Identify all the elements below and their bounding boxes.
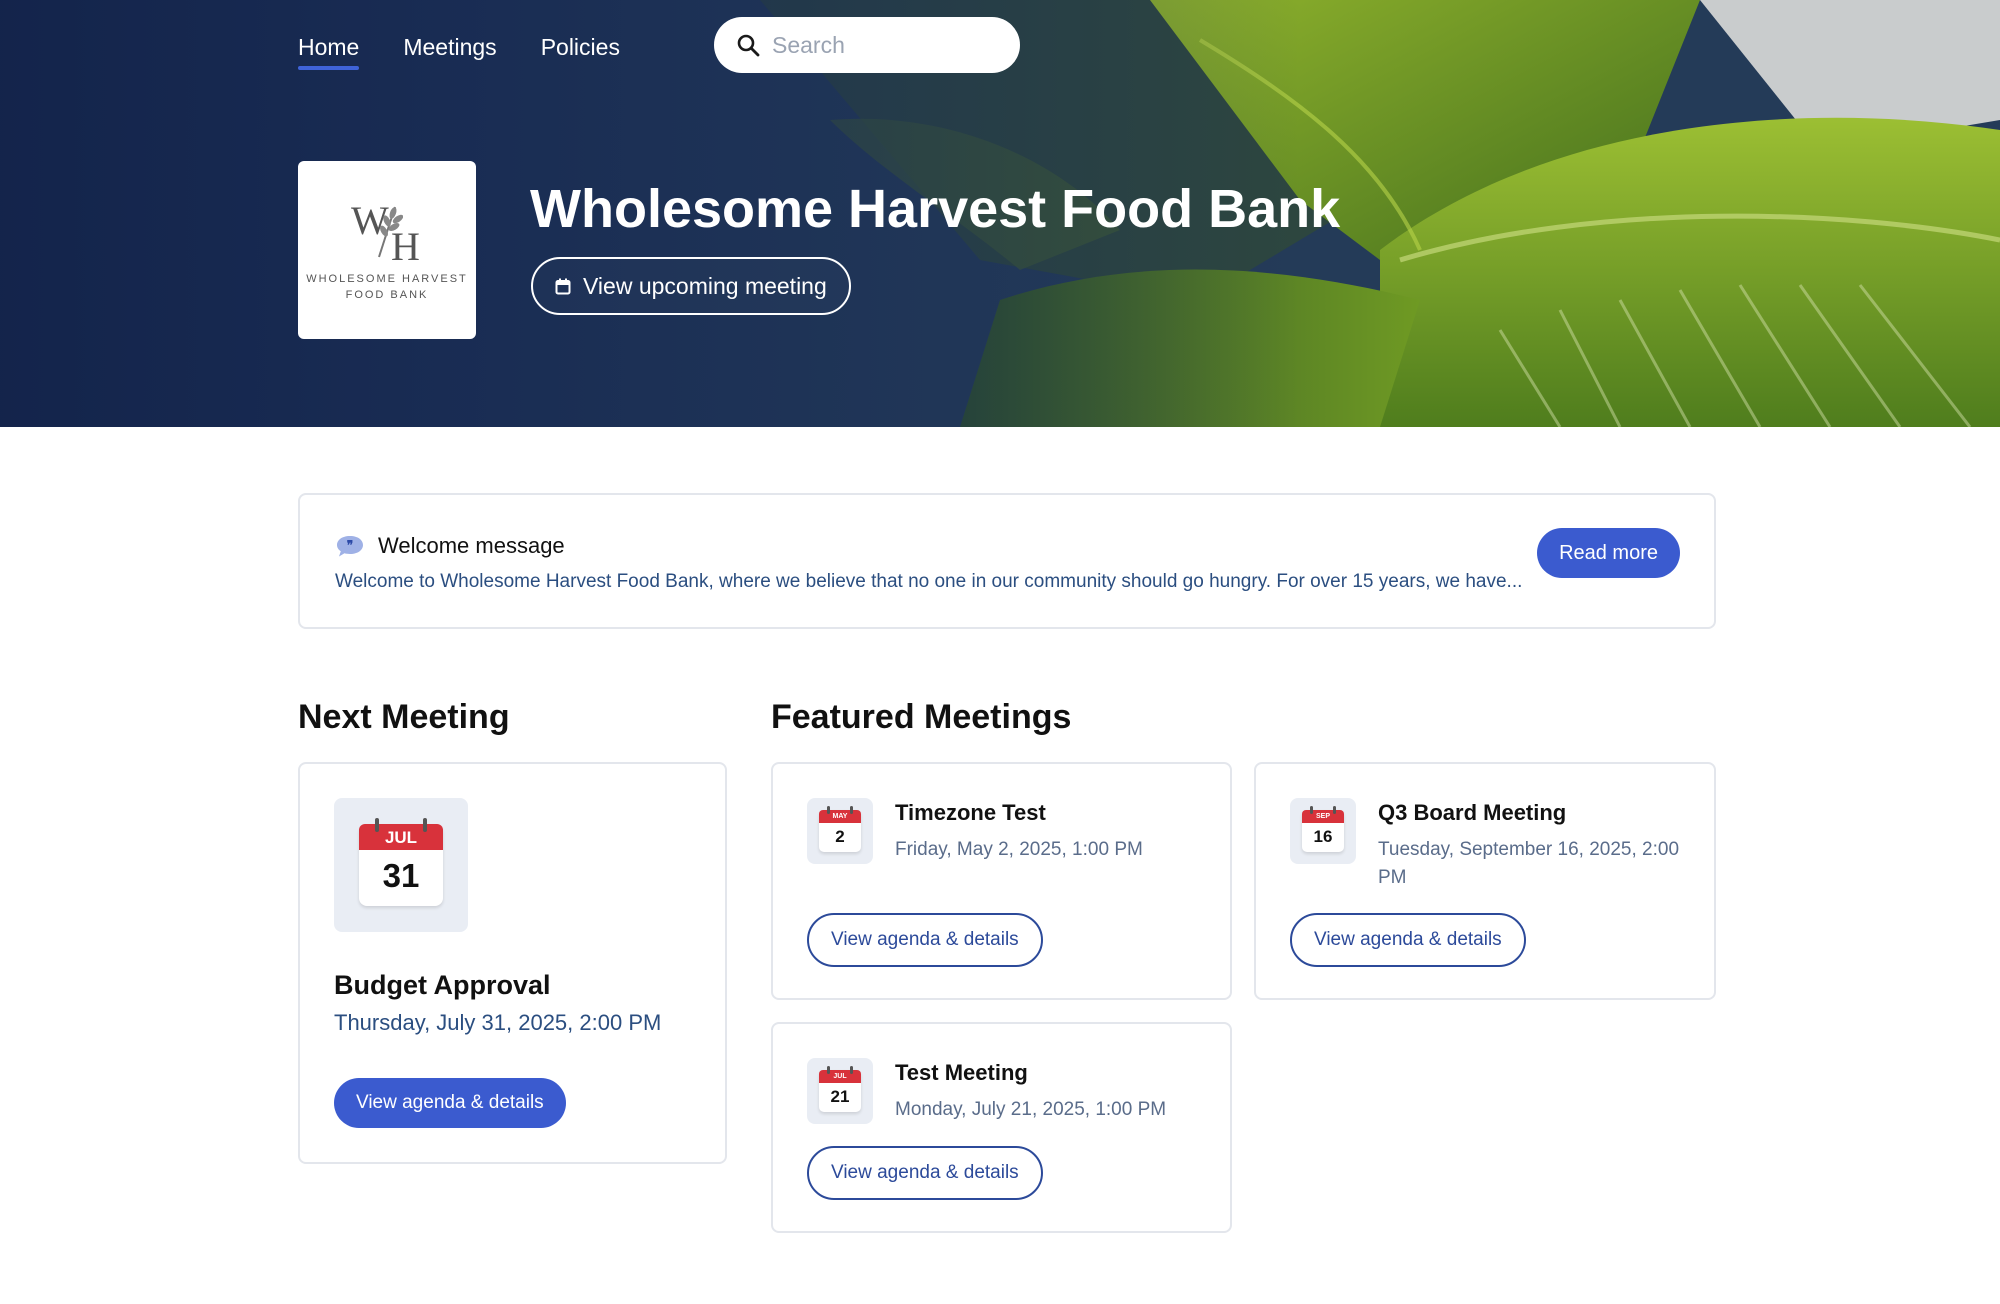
logo-monogram: W H xyxy=(337,197,437,267)
next-meeting-card: JUL 31 Budget Approval Thursday, July 31… xyxy=(298,762,727,1164)
meeting-name: Test Meeting xyxy=(895,1060,1028,1085)
hero-banner: Home Meetings Policies W H WHOLESOME HAR… xyxy=(0,0,2000,427)
nav-item-home[interactable]: Home xyxy=(298,28,360,72)
meeting-name: Budget Approval xyxy=(334,970,551,1000)
featured-meeting-card: JUL 21 Test Meeting Monday, July 21, 202… xyxy=(771,1022,1232,1233)
meeting-name: Timezone Test xyxy=(895,800,1046,825)
calendar-month: JUL xyxy=(819,1070,861,1083)
meeting-name: Q3 Board Meeting xyxy=(1378,800,1567,825)
svg-text:❞: ❞ xyxy=(347,538,353,552)
view-agenda-button[interactable]: View agenda & details xyxy=(807,913,1043,967)
calendar-date-icon: JUL 31 xyxy=(359,818,443,906)
meeting-date: Friday, May 2, 2025, 1:00 PM xyxy=(895,839,1143,860)
calendar-ring xyxy=(1310,806,1313,814)
read-more-button[interactable]: Read more xyxy=(1537,528,1680,578)
calendar-day: 16 xyxy=(1313,827,1333,846)
calendar-ring xyxy=(827,1066,830,1074)
calendar-ring xyxy=(850,806,853,814)
org-logo: W H WHOLESOME HARVEST FOOD BANK xyxy=(298,161,476,339)
page-title: Wholesome Harvest Food Bank xyxy=(530,179,1341,239)
calendar-ring xyxy=(1333,806,1336,814)
featured-meeting-card: MAY 2 Timezone Test Friday, May 2, 2025,… xyxy=(771,762,1232,1000)
nav-item-policies[interactable]: Policies xyxy=(541,28,620,72)
calendar-ring xyxy=(375,818,379,832)
calendar-day: 31 xyxy=(382,857,420,894)
calendar-icon xyxy=(555,278,571,294)
meeting-date: Monday, July 21, 2025, 1:00 PM xyxy=(895,1099,1167,1120)
calendar-day: 21 xyxy=(830,1087,850,1106)
next-meeting-date-tile: JUL 31 xyxy=(334,798,468,932)
meeting-date: Thursday, July 31, 2025, 2:00 PM xyxy=(334,1010,662,1035)
calendar-ring xyxy=(423,818,427,832)
calendar-date-icon: SEP 16 xyxy=(1302,806,1344,852)
logo-text: WHOLESOME HARVEST FOOD BANK xyxy=(306,271,468,303)
calendar-month: SEP xyxy=(1302,810,1344,823)
logo-text-line1: WHOLESOME HARVEST xyxy=(306,273,468,285)
top-nav: Home Meetings Policies xyxy=(298,28,664,72)
welcome-header: ❞ Welcome message xyxy=(336,533,565,559)
nav-item-meetings[interactable]: Meetings xyxy=(403,28,496,72)
logo-letter-h: H xyxy=(391,224,420,269)
calendar-ring xyxy=(850,1066,853,1074)
logo-text-line2: FOOD BANK xyxy=(345,289,429,301)
search-icon xyxy=(737,34,760,57)
welcome-message-card: ❞ Welcome message Welcome to Wholesome H… xyxy=(298,493,1716,629)
view-upcoming-meeting-label: View upcoming meeting xyxy=(583,272,827,299)
calendar-day: 2 xyxy=(835,827,845,846)
meeting-date: Tuesday, September 16, 2025, 2:00 PM xyxy=(1378,839,1680,888)
search-input[interactable] xyxy=(772,31,992,59)
welcome-title: Welcome message xyxy=(378,533,565,558)
welcome-excerpt: Welcome to Wholesome Harvest Food Bank, … xyxy=(335,571,1523,592)
view-agenda-button[interactable]: View agenda & details xyxy=(334,1078,566,1128)
calendar-date-icon: MAY 2 xyxy=(819,806,861,852)
view-agenda-button[interactable]: View agenda & details xyxy=(807,1146,1043,1200)
featured-meetings-heading: Featured Meetings xyxy=(771,698,1072,736)
featured-meeting-card: SEP 16 Q3 Board Meeting Tuesday, Septemb… xyxy=(1254,762,1716,1000)
next-meeting-heading: Next Meeting xyxy=(298,698,510,736)
quote-icon: ❞ xyxy=(337,536,363,557)
view-upcoming-meeting-button[interactable]: View upcoming meeting xyxy=(531,257,851,315)
calendar-ring xyxy=(827,806,830,814)
calendar-month: JUL xyxy=(359,824,443,850)
meeting-date-tile: SEP 16 xyxy=(1290,798,1356,864)
search-bar[interactable] xyxy=(714,17,1020,73)
calendar-month: MAY xyxy=(819,810,861,823)
calendar-date-icon: JUL 21 xyxy=(819,1066,861,1112)
meeting-date-tile: MAY 2 xyxy=(807,798,873,864)
meeting-date-tile: JUL 21 xyxy=(807,1058,873,1124)
view-agenda-button[interactable]: View agenda & details xyxy=(1290,913,1526,967)
